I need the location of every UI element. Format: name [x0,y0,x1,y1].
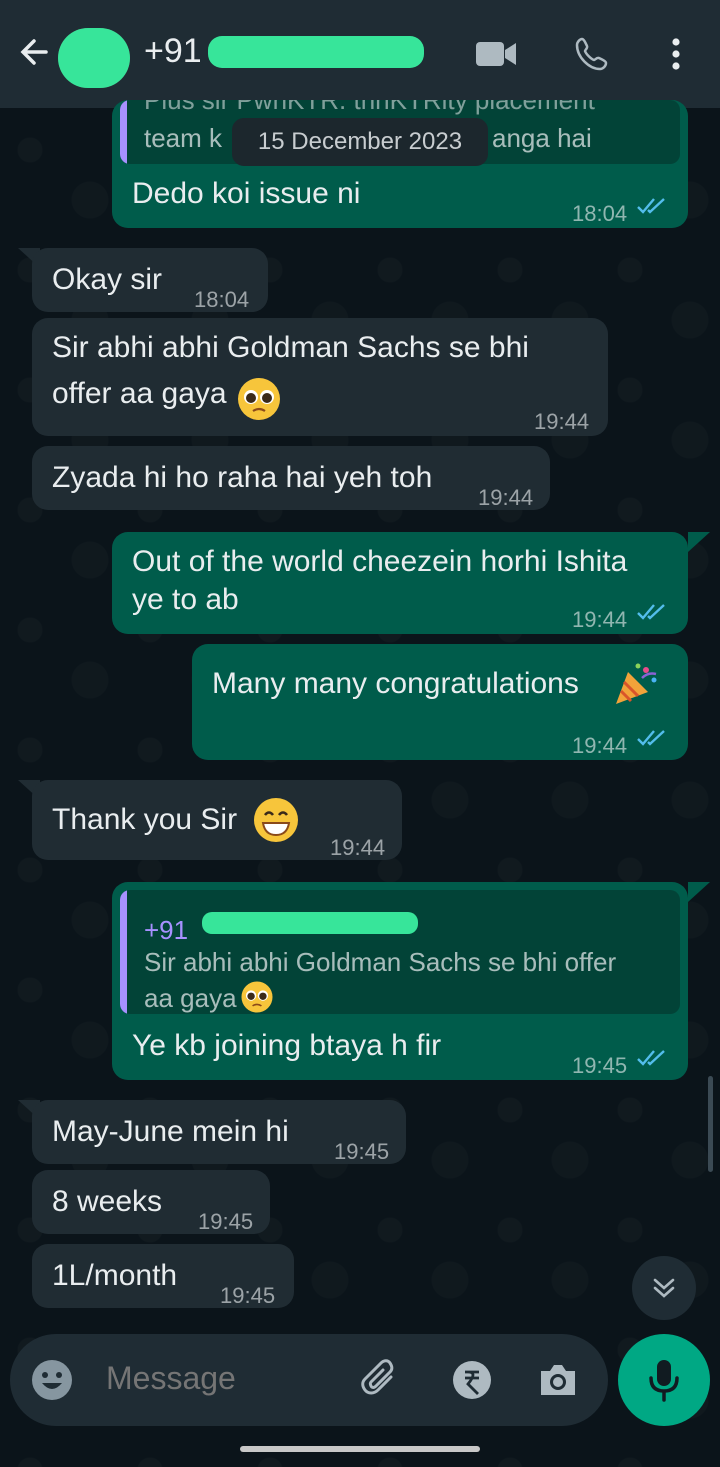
message-text: Zyada hi ho raha hai yeh toh [52,461,433,494]
scrollbar[interactable] [708,1076,713,1172]
more-options-icon[interactable] [654,34,698,74]
quote-bar [120,890,127,1014]
grinning-face-icon [254,798,298,842]
message-text: May-June mein hi [52,1115,289,1148]
message-text: Many many congratulations [212,667,579,700]
message-time: 19:44 [534,409,590,434]
message-incoming[interactable]: Zyada hi ho raha hai yeh toh 19:44 [32,446,550,510]
read-ticks-icon [637,198,665,214]
message-composer [10,1334,608,1426]
message-text: Ye kb joining btaya h fir [132,1029,442,1062]
message-text: 8 weeks [52,1185,163,1218]
message-text: Okay sir [52,263,163,296]
message-text: Thank you Sir [52,803,238,836]
message-incoming[interactable]: May-June mein hi 19:45 [32,1100,406,1164]
pleading-face-icon [241,981,273,1013]
camera-icon[interactable] [536,1358,580,1402]
message-outgoing[interactable]: +91 Sir abhi abhi Goldman Sachs se bhi o… [112,882,688,1080]
back-arrow-icon[interactable] [14,32,54,72]
message-incoming[interactable]: 8 weeks 19:45 [32,1170,270,1234]
contact-name[interactable]: +91 [144,32,202,71]
message-outgoing[interactable]: Out of the world cheezein horhi Ishita y… [112,532,688,634]
quoted-message[interactable]: +91 Sir abhi abhi Goldman Sachs se bhi o… [120,890,680,1014]
message-time: 19:44 [478,485,534,510]
message-time: 19:45 [334,1139,390,1164]
message-text: ye to ab [132,583,239,616]
read-ticks-icon [637,730,665,746]
message-incoming[interactable]: Okay sir 18:04 [32,248,268,312]
date-chip: 15 December 2023 [232,118,488,166]
message-time: 19:45 [572,1053,628,1078]
message-incoming[interactable]: Thank you Sir 19:44 [32,780,402,860]
quoted-text: aa gaya [144,983,237,1013]
message-text: Dedo koi issue ni [132,177,361,210]
rupee-payment-icon[interactable] [450,1358,494,1402]
home-indicator[interactable] [240,1446,480,1452]
message-input[interactable] [106,1360,346,1397]
chat-header: +91 [0,0,720,108]
redaction-mark [58,28,130,88]
message-time: 19:44 [572,607,628,632]
redaction-mark [202,912,418,934]
quoted-text: anga hai [492,123,592,153]
double-chevron-down-icon [653,1278,675,1298]
mic-icon [649,1360,679,1402]
message-text: 1L/month [52,1259,178,1292]
message-time: 19:45 [220,1283,276,1308]
message-incoming[interactable]: Sir abhi abhi Goldman Sachs se bhi offer… [32,318,608,436]
message-outgoing[interactable]: Many many congratulations 19:44 [192,644,688,760]
message-time: 19:44 [330,835,386,860]
quote-bar [120,100,127,164]
scroll-to-bottom-button[interactable] [632,1256,696,1320]
message-time: 18:04 [572,201,628,226]
video-call-icon[interactable] [474,34,518,74]
read-ticks-icon [637,1050,665,1066]
avatar[interactable] [58,28,130,88]
quoted-text: Sir abhi abhi Goldman Sachs se bhi offer [144,947,617,977]
party-popper-icon [616,663,657,704]
pleading-face-icon [238,378,280,420]
message-time: 18:04 [194,287,250,312]
attach-icon[interactable] [360,1358,404,1402]
redaction-mark [208,36,424,68]
voice-call-icon[interactable] [570,34,614,74]
message-incoming[interactable]: 1L/month 19:45 [32,1244,294,1308]
message-time: 19:45 [198,1209,254,1234]
message-text: offer aa gaya [52,377,227,410]
quoted-text: team k [144,123,223,153]
message-time: 19:44 [572,733,628,758]
emoji-icon[interactable] [30,1358,74,1402]
message-text: Sir abhi abhi Goldman Sachs se bhi [52,331,529,364]
quoted-text: Plus sir PwhKTR. thhKTRity placement [144,100,595,115]
mic-button[interactable] [618,1334,710,1426]
message-text: Out of the world cheezein horhi Ishita [132,545,628,578]
read-ticks-icon [637,604,665,620]
